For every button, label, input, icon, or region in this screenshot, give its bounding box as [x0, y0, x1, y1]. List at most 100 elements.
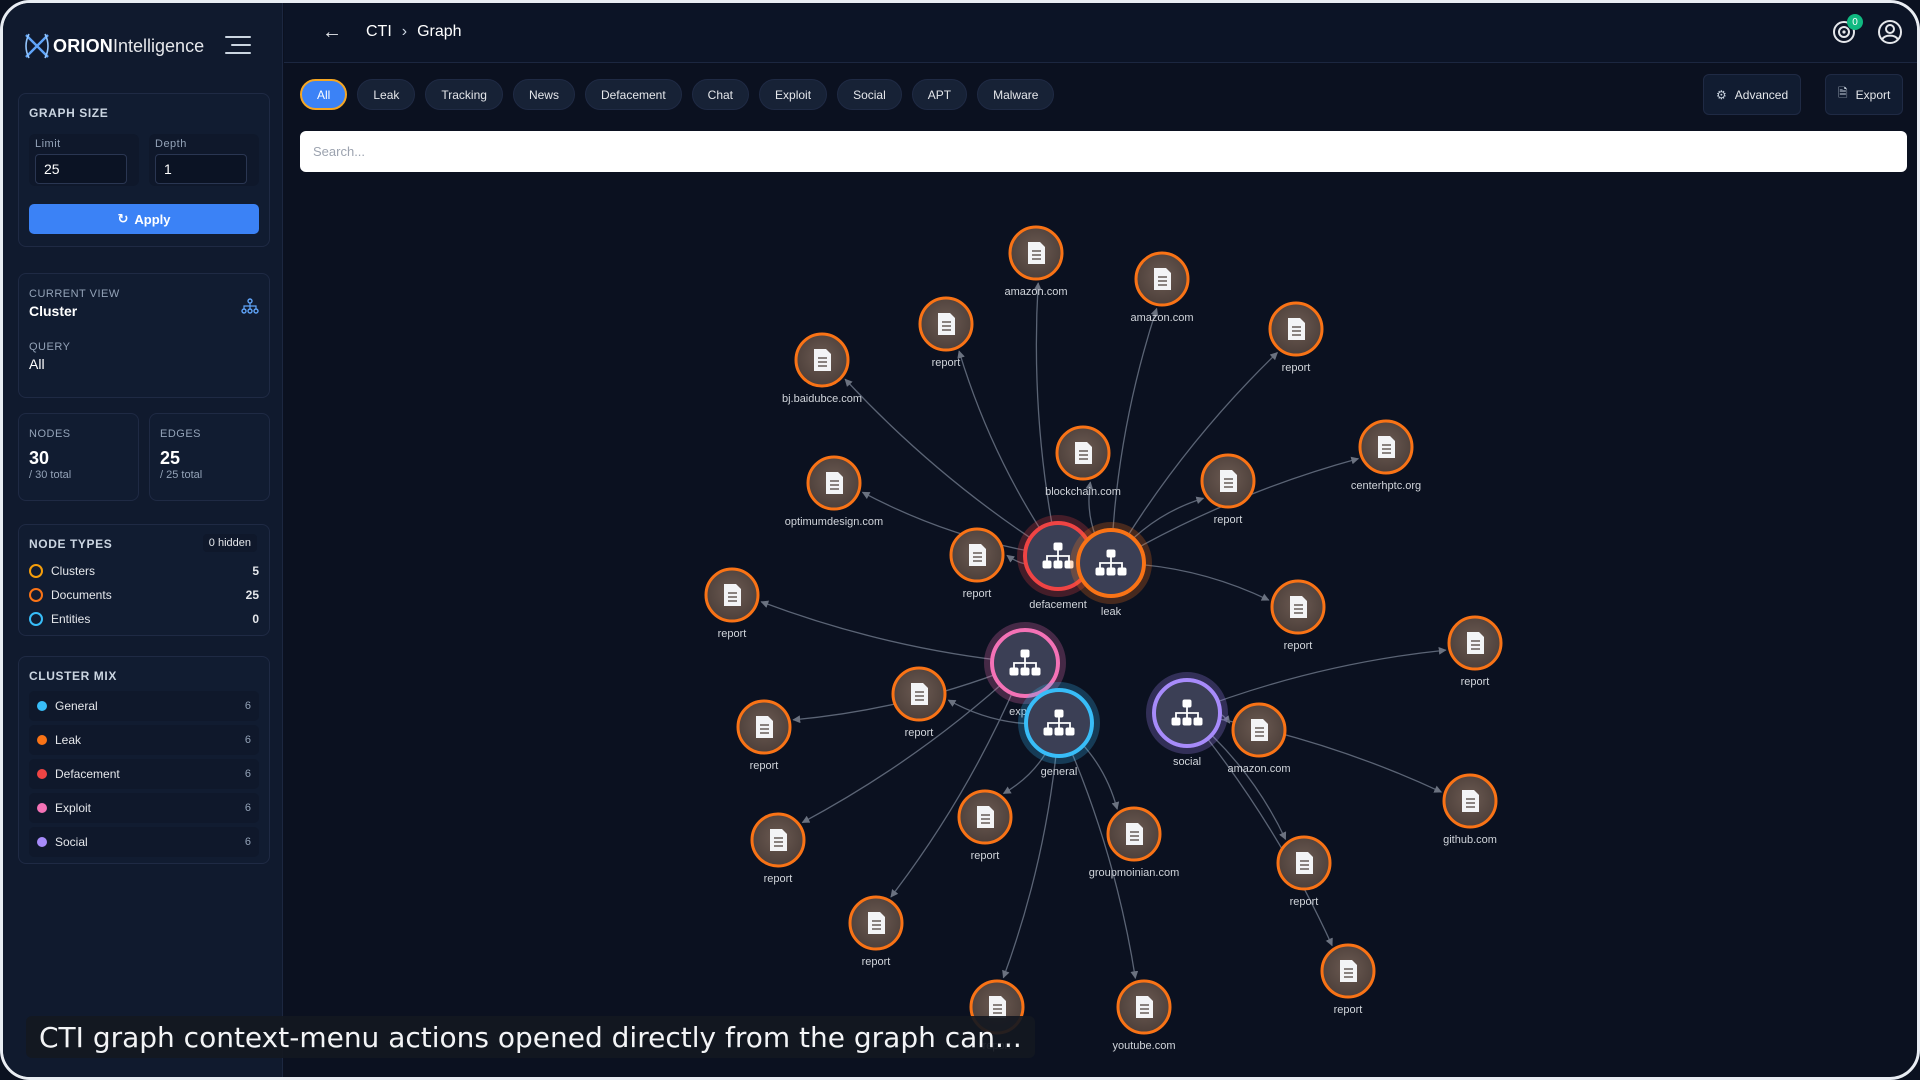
- document-node[interactable]: youtube.com: [1113, 979, 1176, 1052]
- depth-label: Depth: [155, 138, 187, 150]
- document-icon: [826, 472, 843, 494]
- defacement-dot-icon: [37, 769, 47, 779]
- cluster-node-general[interactable]: general: [1018, 682, 1100, 778]
- document-node[interactable]: report: [1320, 943, 1376, 1016]
- nodes-value: 30: [29, 448, 50, 468]
- document-node[interactable]: report: [918, 296, 974, 369]
- exploit-dot-icon: [37, 803, 47, 813]
- search-input[interactable]: [300, 131, 1907, 172]
- cluster-mix-social[interactable]: Social 6: [29, 827, 259, 857]
- user-account-button[interactable]: [1877, 19, 1903, 45]
- document-node-label: report: [905, 727, 934, 739]
- document-node-label: youtube.com: [1113, 1040, 1176, 1052]
- document-node[interactable]: report: [1276, 835, 1332, 908]
- document-node[interactable]: report: [848, 895, 904, 968]
- node-type-label: Documents: [51, 588, 112, 602]
- document-node-label: groupmoinian.com: [1089, 867, 1180, 879]
- filter-chip-apt[interactable]: APT: [911, 79, 968, 110]
- back-arrow-icon[interactable]: ←: [322, 21, 342, 44]
- document-node[interactable]: optimumdesign.com: [785, 455, 883, 528]
- brand-logo[interactable]: ORION Intelligence: [23, 28, 204, 64]
- breadcrumb-graph: Graph: [417, 23, 462, 40]
- document-node[interactable]: github.com: [1442, 773, 1498, 846]
- document-node-label: report: [862, 956, 891, 968]
- document-node[interactable]: report: [949, 527, 1005, 600]
- node-type-clusters[interactable]: Clusters 5: [29, 559, 259, 583]
- graph-size-title: GRAPH SIZE: [29, 106, 109, 120]
- document-icon: [1136, 996, 1153, 1018]
- depth-input[interactable]: [155, 154, 247, 184]
- document-node[interactable]: blockchain.com: [1045, 425, 1121, 498]
- node-type-entities[interactable]: Entities 0: [29, 607, 259, 631]
- document-node[interactable]: amazon.com: [1228, 702, 1291, 775]
- node-type-label: Entities: [51, 612, 91, 626]
- export-label: Export: [1855, 87, 1891, 102]
- depth-field: Depth: [149, 134, 259, 186]
- breadcrumb-cti[interactable]: CTI: [366, 23, 392, 41]
- filter-chip-defacement[interactable]: Defacement: [584, 79, 682, 110]
- document-node[interactable]: report: [1270, 579, 1326, 652]
- limit-input[interactable]: [35, 154, 127, 184]
- cluster-mix-label: Defacement: [55, 767, 120, 781]
- export-button[interactable]: 🗎 Export: [1825, 74, 1904, 115]
- document-node[interactable]: bj.baidubce.com: [782, 332, 862, 405]
- apply-button[interactable]: ↻ Apply: [29, 204, 259, 234]
- document-node-label: bj.baidubce.com: [782, 393, 862, 405]
- document-icon: [1378, 436, 1395, 458]
- document-node[interactable]: amazon.com: [1005, 225, 1068, 298]
- document-node[interactable]: groupmoinian.com: [1089, 806, 1180, 879]
- query-label: QUERY: [29, 341, 71, 353]
- menu-icon[interactable]: [225, 36, 251, 56]
- cluster-mix-exploit[interactable]: Exploit 6: [29, 793, 259, 823]
- filter-chip-tracking[interactable]: Tracking: [425, 79, 503, 110]
- document-node[interactable]: report: [957, 789, 1013, 862]
- current-view-label: CURRENT VIEW: [29, 288, 120, 300]
- chevron-right-icon: ›: [401, 23, 408, 40]
- document-node[interactable]: report: [891, 666, 947, 739]
- document-node-label: report: [1214, 514, 1243, 526]
- document-node[interactable]: report: [1268, 301, 1324, 374]
- filter-chip-social[interactable]: Social: [837, 79, 902, 110]
- filter-chip-news[interactable]: News: [512, 79, 575, 110]
- filter-chip-all[interactable]: All: [300, 79, 348, 110]
- cluster-node-label: defacement: [1029, 599, 1086, 611]
- document-icon: [770, 829, 787, 851]
- filter-chip-malware[interactable]: Malware: [977, 79, 1055, 110]
- document-node-label: github.com: [1443, 834, 1497, 846]
- document-icon: [1290, 596, 1307, 618]
- graph-canvas[interactable]: amazon.com amazon.com report report bj.baidu…: [284, 183, 1917, 1077]
- cluster-mix-count: 6: [244, 802, 251, 814]
- document-node-label: report: [971, 850, 1000, 862]
- document-node[interactable]: report: [736, 699, 792, 772]
- cluster-node-social[interactable]: social: [1146, 672, 1228, 768]
- node-type-documents[interactable]: Documents 25: [29, 583, 259, 607]
- document-node[interactable]: report: [1200, 453, 1256, 526]
- cluster-mix-leak[interactable]: Leak 6: [29, 725, 259, 755]
- document-node[interactable]: centerhptc.org: [1351, 419, 1421, 492]
- filter-chip-chat[interactable]: Chat: [691, 79, 750, 110]
- limit-label: Limit: [35, 138, 61, 150]
- filter-chip-exploit[interactable]: Exploit: [759, 79, 828, 110]
- file-export-icon: 🗎: [1838, 86, 1848, 100]
- cluster-mix-general[interactable]: General 6: [29, 691, 259, 721]
- cluster-mix-label: Exploit: [55, 801, 92, 815]
- nodes-total: / 30 total: [29, 469, 72, 481]
- document-node-label: centerhptc.org: [1351, 480, 1421, 492]
- document-icon: [814, 349, 831, 371]
- document-node-label: report: [963, 588, 992, 600]
- document-node-label: report: [1282, 362, 1311, 374]
- document-icon: [1340, 960, 1357, 982]
- advanced-button[interactable]: ⚙ Advanced: [1703, 74, 1802, 115]
- cluster-node-label: social: [1173, 756, 1201, 768]
- document-node[interactable]: amazon.com: [1131, 251, 1194, 324]
- notifications-button[interactable]: 0: [1831, 14, 1863, 45]
- user-icon: [1878, 20, 1902, 44]
- cluster-view-icon[interactable]: [241, 298, 259, 314]
- orion-logo-icon: [25, 33, 49, 59]
- clusters-ring-icon: [29, 564, 43, 578]
- document-node[interactable]: report: [750, 812, 806, 885]
- filter-chip-leak[interactable]: Leak: [357, 79, 416, 110]
- cluster-mix-defacement[interactable]: Defacement 6: [29, 759, 259, 789]
- document-node[interactable]: report: [1447, 615, 1503, 688]
- document-node[interactable]: report: [704, 567, 760, 640]
